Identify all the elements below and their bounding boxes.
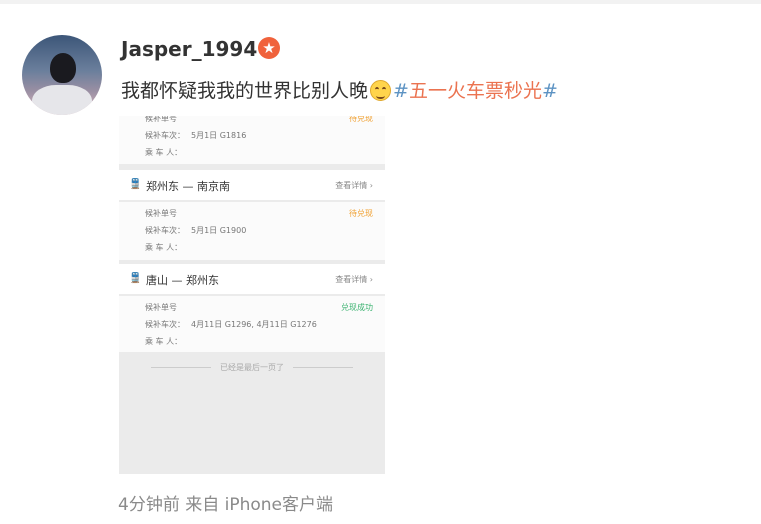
avatar-head	[50, 53, 76, 83]
post-text-main: 我都怀疑我我的世界比别人晚	[121, 80, 369, 102]
train-row: 候补车次： 4月11日 G1296, 4月11日 G1276	[145, 320, 317, 329]
hashtag-open[interactable]: #	[393, 80, 409, 102]
train-icon: 🚆	[129, 179, 142, 190]
avatar-body	[32, 85, 92, 115]
username[interactable]: Jasper_1994	[121, 37, 257, 61]
train-row: 候补车次： 5月1日 G1816	[145, 131, 247, 140]
attached-screenshot[interactable]: 候补单号 待兑现 候补车次： 5月1日 G1816 乘 车 人： 🚆 郑州东 — …	[119, 116, 385, 474]
order-status: 待兑现	[349, 116, 373, 123]
order-card: 候补单号 待兑现 候补车次： 5月1日 G1900 乘 车 人：	[119, 202, 385, 260]
order-number-row: 候补单号	[145, 116, 177, 123]
hashtag-link[interactable]: 五一火车票秒光	[409, 80, 542, 102]
order-number-row: 候补单号	[145, 209, 177, 218]
verified-star-icon[interactable]: ★	[258, 37, 280, 59]
order-header[interactable]: 🚆 唐山 — 郑州东 查看详情 ›	[119, 264, 385, 294]
order-number-row: 候补单号	[145, 303, 177, 312]
end-of-list-text: 已经是最后一页了	[151, 362, 353, 373]
order-card: 候补单号 兑现成功 候补车次： 4月11日 G1296, 4月11日 G1276 …	[119, 296, 385, 352]
view-details-link[interactable]: 查看详情 ›	[335, 274, 373, 285]
post-meta: 4分钟前 来自 iPhone客户端	[118, 495, 334, 515]
order-status: 待兑现	[349, 209, 373, 218]
hashtag-close[interactable]: #	[542, 80, 558, 102]
order-header[interactable]: 🚆 郑州东 — 南京南 查看详情 ›	[119, 170, 385, 200]
train-icon: 🚆	[129, 273, 142, 284]
train-row: 候补车次： 5月1日 G1900	[145, 226, 247, 235]
order-status: 兑现成功	[341, 303, 373, 312]
order-card-partial: 候补单号 待兑现 候补车次： 5月1日 G1816 乘 车 人：	[119, 116, 385, 164]
avatar[interactable]	[22, 35, 102, 115]
top-divider	[0, 0, 761, 4]
route: 唐山 — 郑州东	[146, 274, 219, 287]
view-details-link[interactable]: 查看详情 ›	[335, 180, 373, 191]
route: 郑州东 — 南京南	[146, 180, 230, 193]
passenger-row: 乘 车 人：	[145, 243, 183, 252]
smile-emoji-icon	[370, 80, 392, 101]
passenger-row: 乘 车 人：	[145, 337, 183, 346]
post-text: 我都怀疑我我的世界比别人晚 #五一火车票秒光#	[121, 76, 558, 103]
passenger-row: 乘 车 人：	[145, 148, 183, 157]
